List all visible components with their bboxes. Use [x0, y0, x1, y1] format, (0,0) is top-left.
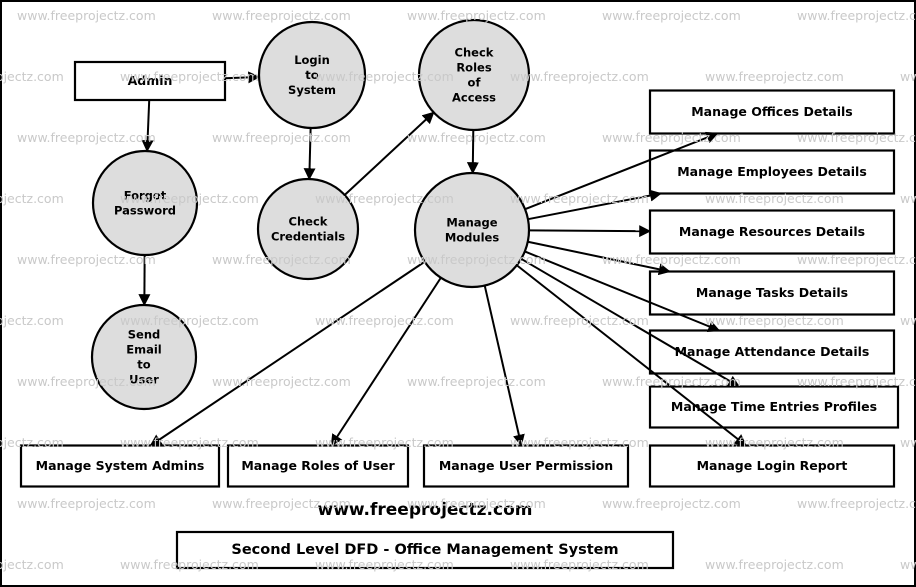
flow-arrow-manage_modules-to-time_entries: [520, 257, 741, 388]
node-label-resources: Manage Resources Details: [679, 224, 865, 239]
flow-arrow-manage_modules-to-employees: [527, 189, 662, 221]
dfd-canvas: Admin Login to System Check Roles of Access Forg…: [0, 0, 916, 587]
node-label-attendance: Manage Attendance Details: [675, 344, 870, 359]
node-label-system-admins: Manage System Admins: [36, 458, 205, 473]
entity-node-time-entries[interactable]: Manage Time Entries Profiles: [648, 385, 900, 429]
entity-node-system-admins[interactable]: Manage System Admins: [19, 444, 221, 488]
process-node-check-roles[interactable]: Check Roles of Access: [417, 18, 531, 132]
node-layer: Admin Login to System Check Roles of Access Forg…: [19, 18, 900, 570]
node-label-manage-modules: Manage Modules: [445, 215, 500, 244]
node-label-roles-of-user: Manage Roles of User: [241, 458, 395, 473]
node-label-admin: Admin: [128, 73, 173, 88]
flow-arrow-check_roles-to-manage_modules: [466, 129, 479, 175]
flow-arrow-check_credentials-to-check_roles: [343, 111, 435, 196]
process-node-forgot-password[interactable]: Forgot Password: [91, 149, 199, 257]
flow-arrow-login_to_system-to-check_credentials: [303, 127, 316, 181]
entity-node-user-permission[interactable]: Manage User Permission: [422, 444, 630, 488]
process-node-manage-modules[interactable]: Manage Modules: [413, 171, 531, 289]
entity-node-attendance[interactable]: Manage Attendance Details: [648, 329, 896, 375]
flow-arrow-admin-to-login_to_system: [224, 71, 261, 84]
entity-node-admin[interactable]: Admin: [73, 60, 227, 102]
footer-brand: www.freeprojectz.com: [318, 500, 533, 520]
entity-node-title-box[interactable]: Second Level DFD - Office Management Sys…: [175, 530, 675, 570]
process-node-send-email[interactable]: Send Email to User: [90, 303, 198, 411]
dfd-diagram-page: www.freeprojectz.com www.freeprojectz.com…: [0, 0, 916, 587]
entity-node-offices[interactable]: Manage Offices Details: [648, 89, 896, 135]
node-label-time-entries: Manage Time Entries Profiles: [671, 399, 877, 414]
entity-node-tasks[interactable]: Manage Tasks Details: [648, 270, 896, 316]
process-node-login-to-system[interactable]: Login to System: [257, 20, 367, 130]
node-label-offices: Manage Offices Details: [691, 104, 853, 119]
node-label-employees: Manage Employees Details: [677, 164, 867, 179]
flow-arrow-manage_modules-to-user_permission: [483, 285, 525, 447]
entity-node-employees[interactable]: Manage Employees Details: [648, 149, 896, 195]
entity-node-resources[interactable]: Manage Resources Details: [648, 209, 896, 255]
entity-node-login-report[interactable]: Manage Login Report: [648, 444, 896, 488]
entity-node-roles-of-user[interactable]: Manage Roles of User: [226, 444, 410, 488]
node-label-title-box: Second Level DFD - Office Management Sys…: [231, 542, 618, 558]
flow-arrow-manage_modules-to-tasks: [527, 240, 671, 276]
node-label-tasks: Manage Tasks Details: [696, 285, 848, 300]
flow-arrow-manage_modules-to-resources: [528, 225, 652, 238]
flow-arrow-admin-to-forgot_password: [141, 99, 154, 153]
process-node-check-credentials[interactable]: Check Credentials: [256, 177, 360, 281]
node-label-user-permission: Manage User Permission: [439, 458, 613, 473]
node-label-login-report: Manage Login Report: [697, 458, 848, 473]
flow-arrow-manage_modules-to-roles_of_user: [330, 277, 442, 447]
